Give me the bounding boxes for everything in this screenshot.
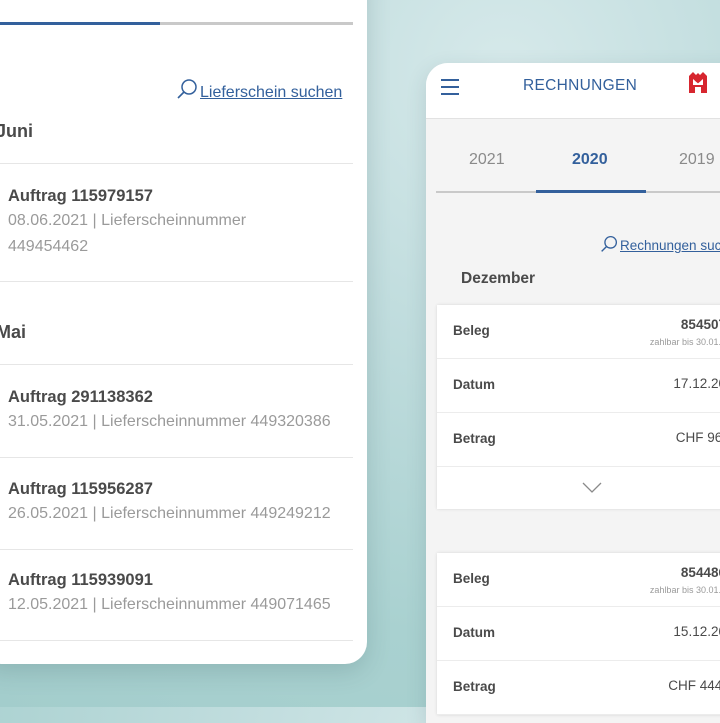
due-date: zahlbar bis 30.01.2021 [649,585,720,595]
order-title: Auftrag 115939091 [8,571,153,589]
list-item[interactable]: Auftrag 115979157 08.06.2021 | Liefersch… [8,187,353,260]
order-title: Auftrag 291138362 [8,388,153,406]
invoice-row-datum: Datum 15.12.2020 [437,607,720,661]
order-subtitle: 08.06.2021 | Lieferscheinnummer 44945446… [8,212,247,255]
menu-icon[interactable] [441,79,459,95]
datum-value: 17.12.2020 [673,376,720,391]
year-tabs: 2021 2020 2019 [436,133,720,193]
invoice-row-datum: Datum 17.12.2020 [437,359,720,413]
invoices-screen: RECHNUNGEN 2021 2020 2019 Rechnungen suc… [426,63,720,723]
betrag-label: Betrag [453,431,496,446]
order-subtitle: 12.05.2021 | Lieferscheinnummer 44907146… [8,596,331,613]
search-icon [177,79,197,99]
app-header: RECHNUNGEN [426,63,720,119]
year-tab-indicator [436,190,720,193]
invoice-card[interactable]: Beleg 85448627 zahlbar bis 30.01.2021 Da… [437,553,720,715]
expand-button[interactable] [437,467,720,509]
logo-icon [689,72,707,93]
search-link-label: Lieferschein suchen [200,84,343,101]
tab-indicator [0,22,353,25]
tab-year-2019[interactable]: 2019 [679,151,715,169]
divider [0,549,353,550]
order-subtitle: 31.05.2021 | Lieferscheinnummer 44932038… [8,413,331,430]
tab-year-2021[interactable]: 2021 [469,151,505,169]
list-item[interactable]: Auftrag 291138362 31.05.2021 | Liefersch… [8,388,353,435]
due-date: zahlbar bis 30.01.2021 [649,337,720,347]
divider [0,457,353,458]
beleg-value: 85450706 [680,317,720,332]
datum-value: 15.12.2020 [673,624,720,639]
search-link-label: Rechnungen suchen [620,238,720,253]
delivery-note-search-link[interactable]: Lieferschein suchen [176,78,342,102]
beleg-label: Beleg [453,571,490,586]
list-item[interactable]: Auftrag 115939091 12.05.2021 | Liefersch… [8,571,353,618]
tab-year-2020[interactable]: 2020 [572,151,608,169]
delivery-notes-screen: Lieferschein suchen Juni Auftrag 1159791… [0,0,367,664]
order-subtitle: 26.05.2021 | Lieferscheinnummer 44924921… [8,505,331,522]
invoice-row-beleg: Beleg 85450706 zahlbar bis 30.01.2021 [437,305,720,359]
active-tab-indicator [0,22,160,25]
divider [0,281,353,282]
active-tab-indicator [536,190,646,193]
datum-label: Datum [453,377,496,392]
month-heading-dezember: Dezember [461,270,536,287]
invoice-row-betrag: Betrag CHF 96.70 [437,413,720,467]
betrag-label: Betrag [453,679,496,694]
betrag-value: CHF 444.20 [668,678,720,693]
datum-label: Datum [453,625,496,640]
invoice-card[interactable]: Beleg 85450706 zahlbar bis 30.01.2021 Da… [437,305,720,509]
chevron-down-icon [582,482,602,493]
divider [0,163,353,164]
page-title: RECHNUNGEN [523,77,638,94]
list-item[interactable]: Auftrag 115956287 26.05.2021 | Liefersch… [8,480,353,527]
order-title: Auftrag 115979157 [8,187,153,205]
divider [0,364,353,365]
order-title: Auftrag 115956287 [8,480,153,498]
beleg-label: Beleg [453,323,490,338]
month-heading-mai: Mai [0,322,27,342]
invoice-search-link[interactable]: Rechnungen suchen [600,235,720,253]
beleg-value: 85448627 [680,565,720,580]
divider [0,640,353,641]
month-heading-juni: Juni [0,121,34,141]
invoice-row-beleg: Beleg 85448627 zahlbar bis 30.01.2021 [437,553,720,607]
search-icon [601,235,618,252]
betrag-value: CHF 96.70 [675,430,720,445]
